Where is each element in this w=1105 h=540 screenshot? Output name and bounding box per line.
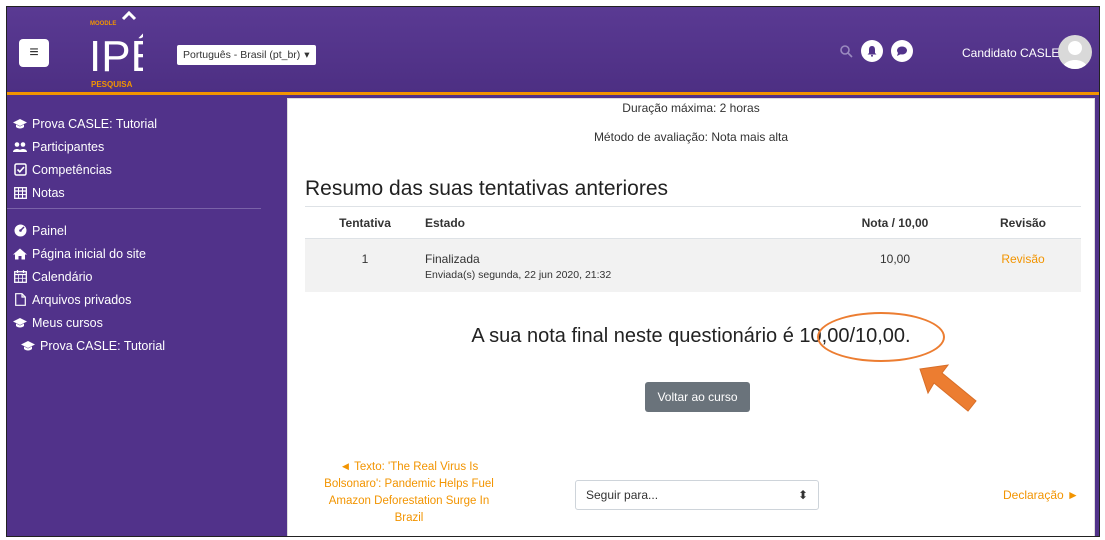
avatar[interactable] <box>1058 35 1092 69</box>
sidebar-item-label: Arquivos privados <box>32 292 132 307</box>
sidebar-item-participants[interactable]: Participantes <box>13 135 261 158</box>
sidebar-item-grades[interactable]: Notas <box>13 181 261 204</box>
annotation-oval <box>817 312 945 362</box>
sidebar: Prova CASLE: Tutorial Participantes Comp… <box>7 98 261 536</box>
quiz-summary-card: Duração máxima: 2 horas Método de avalia… <box>287 98 1095 536</box>
sidebar-divider <box>7 208 261 209</box>
site-nav: Painel Página inicial do site Calendário… <box>7 219 261 357</box>
language-select-label: Português - Brasil (pt_br) <box>183 49 301 61</box>
sidebar-item-competencies[interactable]: Competências <box>13 158 261 181</box>
summary-title: Resumo das suas tentativas anteriores <box>305 177 669 200</box>
users-icon <box>13 140 27 154</box>
logo[interactable]: MOODLE IPÊ PESQUISA <box>87 11 143 91</box>
sidebar-item-label: Notas <box>32 185 65 200</box>
calendar-icon <box>13 270 27 284</box>
max-duration: Duração máxima: 2 horas <box>622 101 760 115</box>
select-arrows-icon: ⬍ <box>797 488 808 502</box>
app-window: ≡ MOODLE IPÊ PESQUISA Português - Brasil… <box>6 6 1100 537</box>
menu-icon[interactable]: ≡ <box>19 39 49 67</box>
bell-icon[interactable] <box>861 40 883 62</box>
table-row: 1 Finalizada Enviada(s) segunda, 22 jun … <box>305 238 1081 292</box>
graduation-cap-icon <box>13 316 27 330</box>
sidebar-item-label: Participantes <box>32 139 105 154</box>
sidebar-item-label: Página inicial do site <box>32 246 146 261</box>
navbar: ≡ MOODLE IPÊ PESQUISA Português - Brasil… <box>7 7 1099 95</box>
graduation-cap-icon <box>21 339 35 353</box>
svg-text:PESQUISA: PESQUISA <box>91 80 133 89</box>
final-grade-label: A sua nota final neste questionário é <box>471 325 800 347</box>
sidebar-item-private-files[interactable]: Arquivos privados <box>13 288 261 311</box>
sidebar-item-my-courses[interactable]: Meus cursos <box>13 311 261 334</box>
chat-icon[interactable] <box>891 40 913 62</box>
search-icon[interactable] <box>839 44 853 58</box>
dashboard-icon <box>13 224 27 238</box>
sidebar-item-label: Prova CASLE: Tutorial <box>32 116 158 131</box>
svg-text:MOODLE: MOODLE <box>90 21 116 27</box>
home-icon <box>13 247 27 261</box>
prev-activity-link[interactable]: ◄ Texto: 'The Real Virus Is Bolsonaro': … <box>314 459 504 527</box>
annotation-arrow-icon <box>919 364 977 412</box>
file-icon <box>13 293 27 307</box>
graduation-cap-icon <box>13 117 27 131</box>
attempt-grade: 10,00 <box>825 238 965 292</box>
attempt-state: Finalizada <box>425 252 480 266</box>
attempt-submitted: Enviada(s) segunda, 22 jun 2020, 21:32 <box>425 269 612 281</box>
sidebar-item-calendar[interactable]: Calendário <box>13 265 261 288</box>
sidebar-item-label: Calendário <box>32 269 93 284</box>
user-name[interactable]: Candidato CASLE <box>962 46 1059 60</box>
sidebar-item-site-home[interactable]: Página inicial do site <box>13 242 261 265</box>
attempt-state-cell: Finalizada Enviada(s) segunda, 22 jun 20… <box>425 238 825 292</box>
col-review: Revisão <box>965 206 1081 239</box>
review-link[interactable]: Revisão <box>965 238 1081 292</box>
col-grade: Nota / 10,00 <box>825 206 965 239</box>
col-state: Estado <box>425 206 825 239</box>
back-to-course-button[interactable]: Voltar ao curso <box>645 382 750 412</box>
jump-to-select[interactable]: Seguir para... ⬍ <box>575 480 819 510</box>
col-attempt: Tentativa <box>305 206 425 239</box>
language-select[interactable]: Português - Brasil (pt_br) ▾ <box>177 45 316 65</box>
grading-method: Método de avaliação: Nota mais alta <box>593 130 789 144</box>
checkbox-icon <box>13 163 27 177</box>
jump-to-label: Seguir para... <box>586 488 659 502</box>
sidebar-item-course-tutorial[interactable]: Prova CASLE: Tutorial <box>13 334 261 357</box>
attempt-number: 1 <box>305 238 425 292</box>
sidebar-item-label: Prova CASLE: Tutorial <box>40 338 166 353</box>
final-grade: A sua nota final neste questionário é 10… <box>288 325 1094 348</box>
course-nav: Prova CASLE: Tutorial Participantes Comp… <box>7 112 261 204</box>
next-activity-link[interactable]: Declaração ► <box>1003 488 1079 502</box>
sidebar-item-label: Meus cursos <box>32 315 103 330</box>
sidebar-item-dashboard[interactable]: Painel <box>13 219 261 242</box>
sidebar-item-course[interactable]: Prova CASLE: Tutorial <box>13 112 261 135</box>
svg-text:IPÊ: IPÊ <box>89 32 143 81</box>
caret-down-icon: ▾ <box>304 49 310 61</box>
sidebar-item-label: Painel <box>32 223 67 238</box>
main-region: Duração máxima: 2 horas Método de avalia… <box>261 98 1099 536</box>
attempts-table: Tentativa Estado Nota / 10,00 Revisão 1 … <box>305 206 1081 292</box>
table-icon <box>13 186 27 200</box>
sidebar-item-label: Competências <box>32 162 112 177</box>
